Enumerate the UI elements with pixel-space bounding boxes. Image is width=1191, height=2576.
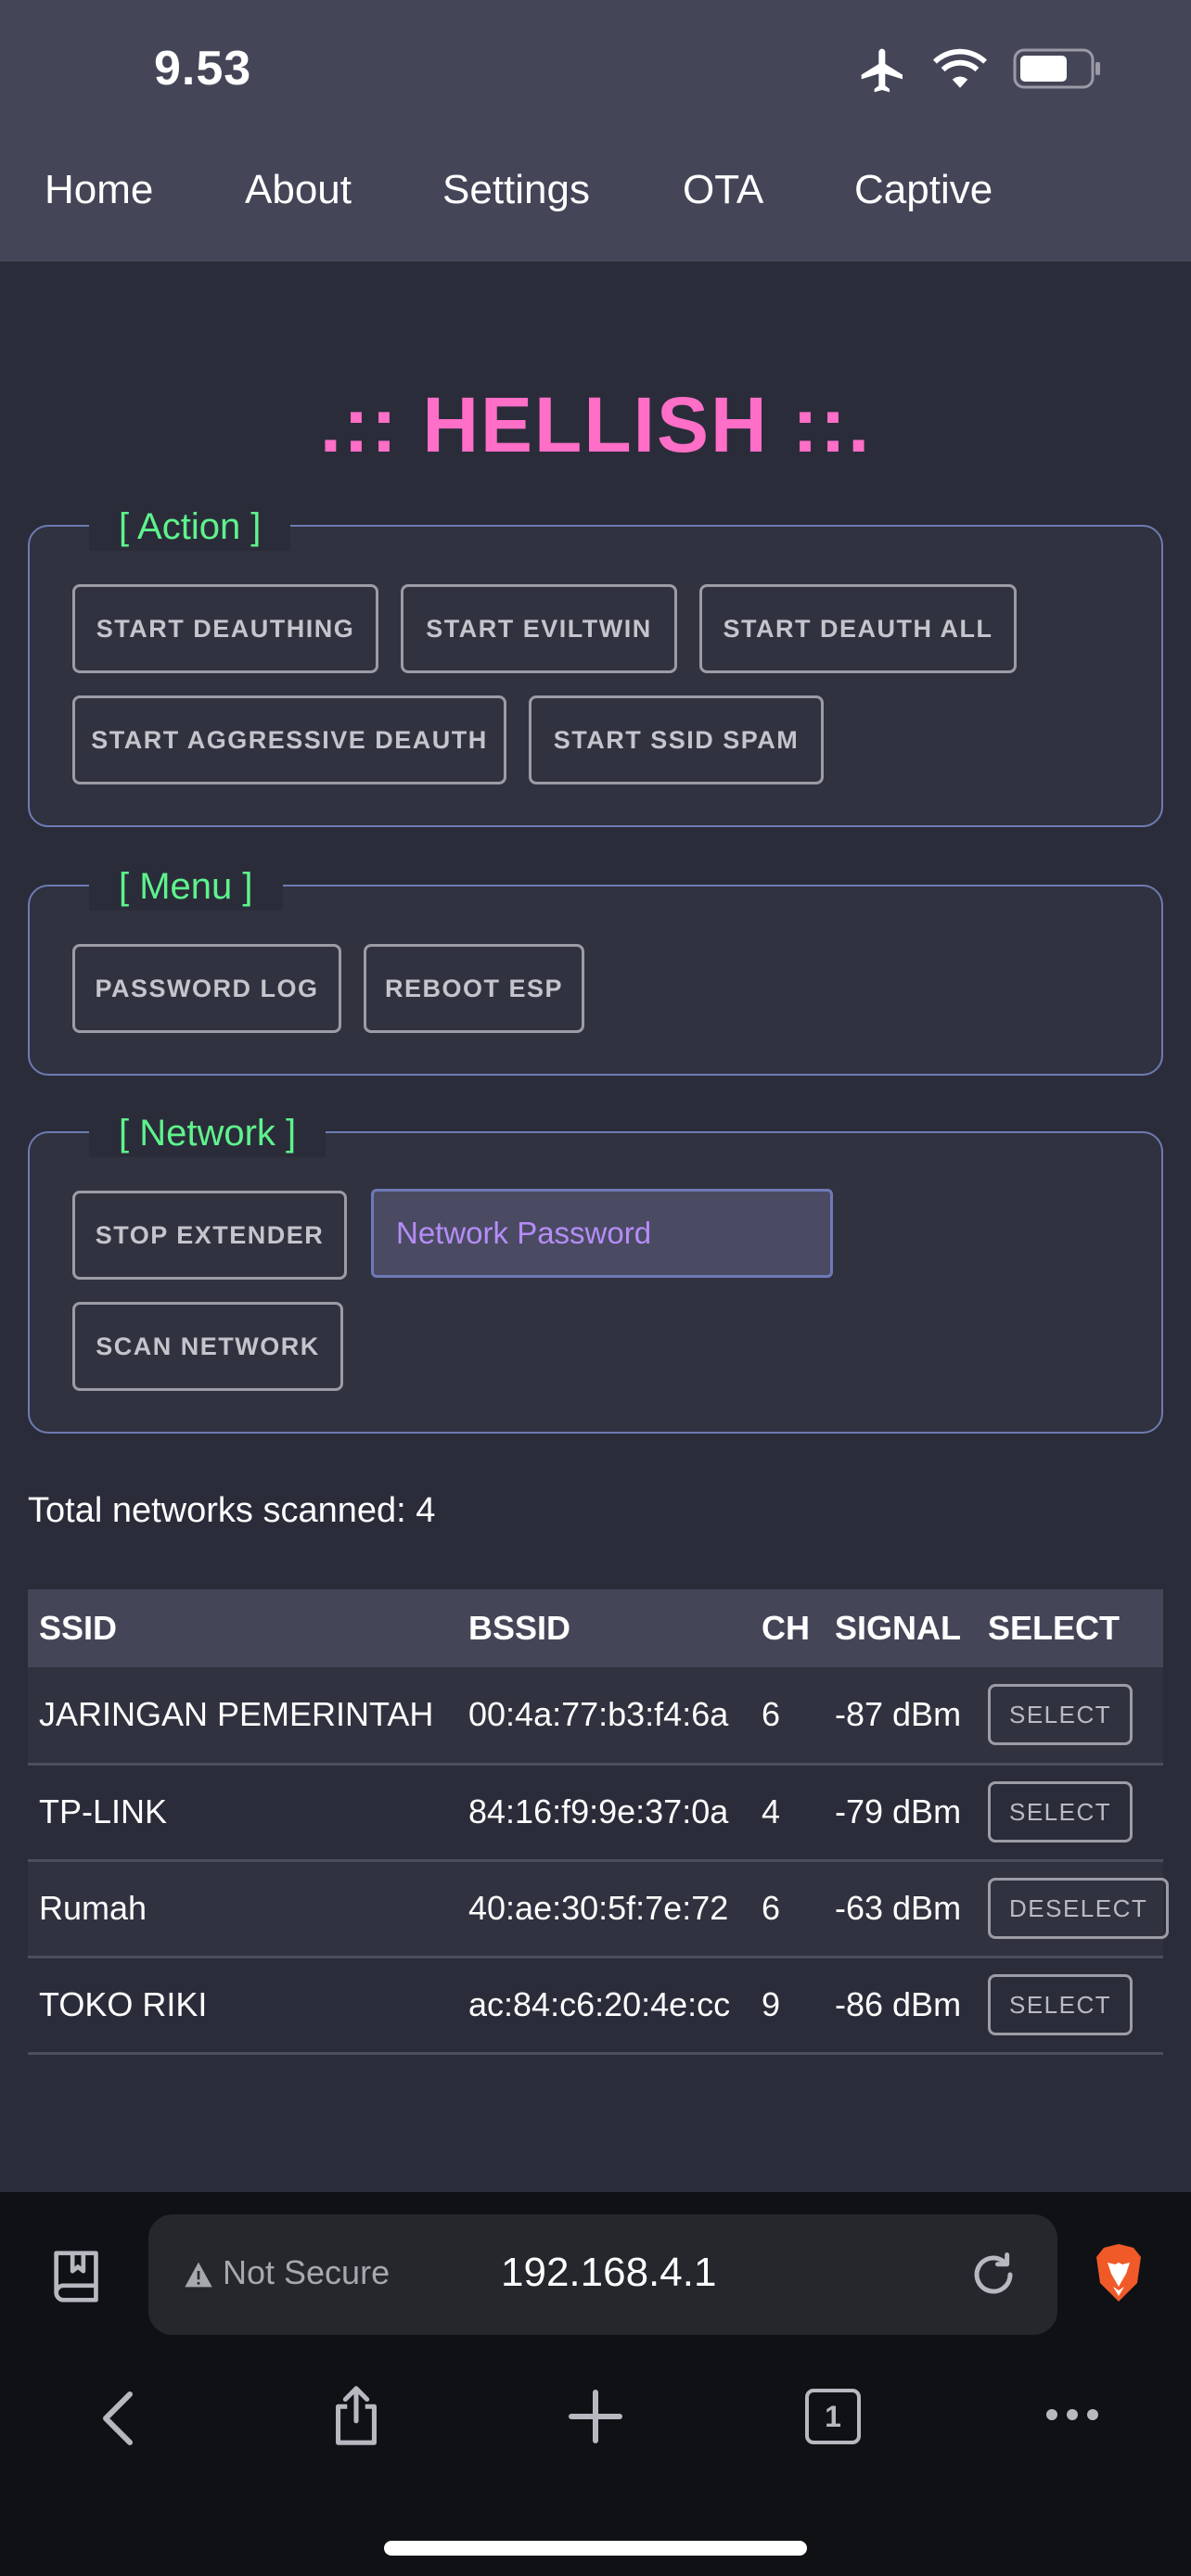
network-password-input[interactable]	[371, 1189, 833, 1278]
action-panel: [ Action ] START DEAUTHING START EVILTWI…	[28, 503, 1163, 827]
wifi-icon	[933, 48, 987, 88]
cell-ssid: TOKO RIKI	[28, 1957, 457, 2055]
page-title: .:: HELLISH ::.	[319, 381, 872, 468]
cell-select: SELECT	[977, 1957, 1163, 2055]
tabs-icon[interactable]: 1	[805, 2389, 861, 2444]
start-deauthing-button[interactable]: START DEAUTHING	[72, 584, 378, 673]
start-aggressive-deauth-button[interactable]: START AGGRESSIVE DEAUTH	[72, 695, 506, 784]
column-header-bssid: BSSID	[457, 1589, 750, 1667]
back-icon[interactable]	[100, 2389, 137, 2448]
browser-chrome: Not Secure 192.168.4.1 1	[0, 2192, 1191, 2576]
cell-bssid: 40:ae:30:5f:7e:72	[457, 1860, 750, 1958]
cell-signal: -87 dBm	[824, 1667, 977, 1766]
more-icon[interactable]	[1044, 2405, 1100, 2424]
cell-bssid: 84:16:f9:9e:37:0a	[457, 1764, 750, 1862]
nav-ota[interactable]: OTA	[683, 167, 763, 213]
table-row: Rumah 40:ae:30:5f:7e:72 6 -63 dBm DESELE…	[28, 1860, 1170, 1958]
menu-panel: [ Menu ] PASSWORD LOG REBOOT ESP	[28, 862, 1163, 1076]
select-network-button[interactable]: SELECT	[988, 1974, 1133, 2035]
cell-ssid: TP-LINK	[28, 1764, 457, 1862]
main-nav: Home About Settings OTA Captive	[0, 158, 1191, 232]
nav-settings[interactable]: Settings	[442, 167, 590, 213]
total-networks-text: Total networks scanned: 4	[28, 1491, 436, 1530]
brave-lion-icon[interactable]	[1091, 2242, 1146, 2305]
cell-channel: 6	[750, 1860, 824, 1958]
cell-signal: -79 dBm	[824, 1764, 977, 1862]
action-panel-legend: [ Action ]	[89, 503, 291, 551]
security-label: Not Secure	[223, 2253, 391, 2291]
network-panel-legend: [ Network ]	[89, 1109, 327, 1157]
reload-icon[interactable]	[968, 2250, 1018, 2300]
top-bar: 9.53 Home About Settings OTA Captive	[0, 0, 1191, 261]
new-tab-icon[interactable]	[568, 2389, 623, 2444]
select-network-button[interactable]: SELECT	[988, 1781, 1133, 1843]
status-icons	[857, 45, 1108, 100]
cell-bssid: 00:4a:77:b3:f4:6a	[457, 1667, 750, 1766]
reboot-esp-button[interactable]: REBOOT ESP	[364, 944, 584, 1033]
table-row: JARINGAN PEMERINTAH 00:4a:77:b3:f4:6a 6 …	[28, 1667, 1163, 1766]
warning-icon	[185, 2262, 212, 2288]
url-text: 192.168.4.1	[501, 2250, 717, 2295]
table-row: TOKO RIKI ac:84:c6:20:4e:cc 9 -86 dBm SE…	[28, 1957, 1163, 2055]
cell-select: SELECT	[977, 1667, 1163, 1766]
cell-bssid: ac:84:c6:20:4e:cc	[457, 1957, 750, 2055]
status-time: 9.53	[154, 42, 252, 96]
cell-channel: 4	[750, 1764, 824, 1862]
start-deauth-all-button[interactable]: START DEAUTH ALL	[699, 584, 1017, 673]
cell-select: DESELECT	[977, 1860, 1170, 1958]
cell-ssid: JARINGAN PEMERINTAH	[28, 1667, 457, 1766]
scan-network-button[interactable]: SCAN NETWORK	[72, 1302, 343, 1391]
airplane-icon	[861, 48, 903, 93]
column-header-ch: CH	[750, 1589, 824, 1667]
bookmarks-icon[interactable]	[48, 2246, 108, 2311]
cell-signal: -86 dBm	[824, 1957, 977, 2055]
nav-about[interactable]: About	[245, 167, 352, 213]
deselect-network-button[interactable]: DESELECT	[988, 1878, 1170, 1939]
cell-ssid: Rumah	[28, 1860, 457, 1958]
select-network-button[interactable]: SELECT	[988, 1684, 1133, 1746]
cell-channel: 9	[750, 1957, 824, 2055]
cell-signal: -63 dBm	[824, 1860, 977, 1958]
table-header-row: SSID BSSID CH SIGNAL SELECT	[28, 1589, 1163, 1667]
home-indicator	[384, 2541, 807, 2556]
nav-captive[interactable]: Captive	[854, 167, 992, 213]
table-row: TP-LINK 84:16:f9:9e:37:0a 4 -79 dBm SELE…	[28, 1764, 1163, 1862]
column-header-ssid: SSID	[28, 1589, 457, 1667]
column-header-signal: SIGNAL	[824, 1589, 977, 1667]
cell-channel: 6	[750, 1667, 824, 1766]
share-icon[interactable]	[328, 2383, 384, 2448]
column-header-select: SELECT	[977, 1589, 1163, 1667]
start-eviltwin-button[interactable]: START EVILTWIN	[401, 584, 677, 673]
network-panel: [ Network ] STOP EXTENDER SCAN NETWORK	[28, 1109, 1163, 1434]
menu-panel-legend: [ Menu ]	[89, 862, 283, 911]
nav-home[interactable]: Home	[45, 167, 153, 213]
password-log-button[interactable]: PASSWORD LOG	[72, 944, 341, 1033]
cell-select: SELECT	[977, 1764, 1163, 1862]
start-ssid-spam-button[interactable]: START SSID SPAM	[529, 695, 824, 784]
battery-icon	[1013, 48, 1100, 89]
networks-table: SSID BSSID CH SIGNAL SELECT JARINGAN PEM…	[28, 1589, 1170, 2055]
address-bar[interactable]: Not Secure 192.168.4.1	[148, 2214, 1057, 2335]
stop-extender-button[interactable]: STOP EXTENDER	[72, 1191, 347, 1280]
